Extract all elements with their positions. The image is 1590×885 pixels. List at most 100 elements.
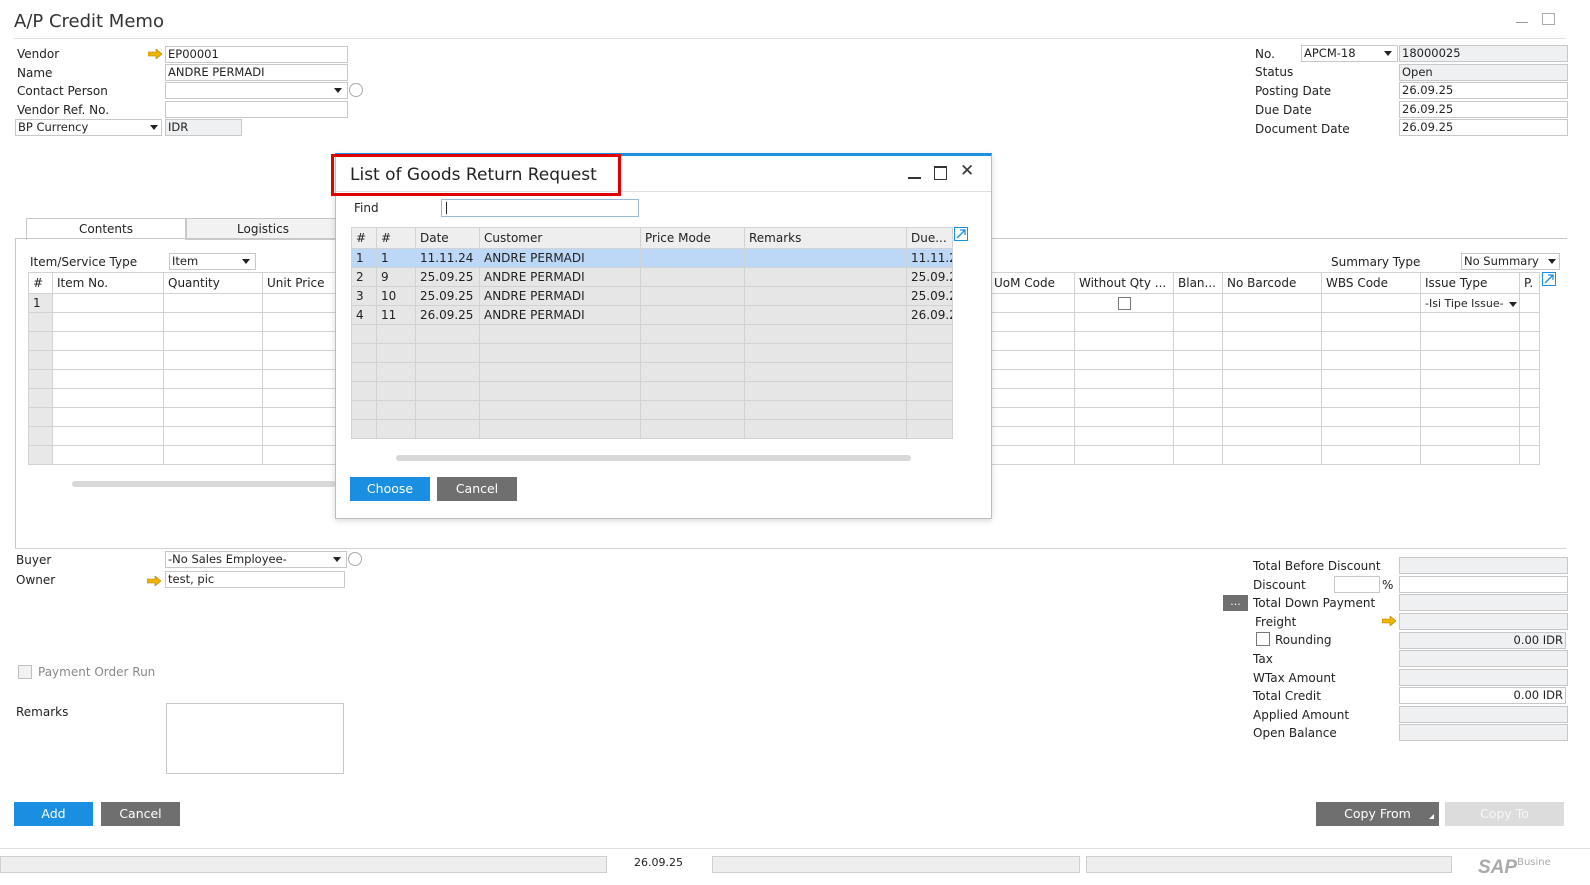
maximize-icon[interactable] bbox=[1542, 13, 1555, 25]
close-icon[interactable]: ✕ bbox=[960, 162, 974, 180]
col-header-price-mode[interactable]: Price Mode bbox=[640, 227, 745, 249]
vendor-field[interactable]: EP00001 bbox=[165, 46, 348, 63]
table-row[interactable]: 3 10 25.09.25 ANDRE PERMADI 25.09.25 bbox=[351, 286, 953, 306]
link-arrow-icon[interactable] bbox=[1382, 616, 1396, 626]
owner-field[interactable]: test, pic bbox=[165, 571, 345, 588]
dialog-cancel-button[interactable]: Cancel bbox=[437, 477, 517, 501]
table-row[interactable] bbox=[351, 343, 953, 363]
tab-logistics[interactable]: Logistics bbox=[186, 218, 340, 240]
table-row-selected[interactable]: 1 1 11.11.24 ANDRE PERMADI 11.11.24 bbox=[351, 248, 953, 268]
due-date-field[interactable]: 26.09.25 bbox=[1399, 101, 1568, 118]
issue-type-cell[interactable]: -Isi Tipe Issue- bbox=[1420, 293, 1520, 313]
name-label: Name bbox=[17, 66, 53, 80]
col-header-without-qty[interactable]: Without Qty ... bbox=[1074, 272, 1174, 294]
details-icon[interactable] bbox=[348, 552, 362, 566]
copy-from-button[interactable]: Copy From bbox=[1316, 802, 1439, 826]
add-button[interactable]: Add bbox=[14, 802, 93, 826]
posting-date-field[interactable]: 26.09.25 bbox=[1399, 82, 1568, 99]
summary-type-label: Summary Type bbox=[1331, 255, 1421, 269]
col-header-date[interactable]: Date bbox=[415, 227, 480, 249]
name-field[interactable]: ANDRE PERMADI bbox=[165, 64, 348, 81]
table-row[interactable] bbox=[989, 312, 1540, 332]
table-row[interactable] bbox=[989, 331, 1540, 351]
col-header-customer[interactable]: Customer bbox=[479, 227, 641, 249]
table-row[interactable] bbox=[28, 331, 341, 351]
item-type-label: Item/Service Type bbox=[30, 255, 138, 269]
table-row[interactable] bbox=[351, 400, 953, 420]
details-icon[interactable] bbox=[349, 83, 363, 97]
table-row[interactable] bbox=[28, 445, 341, 465]
contact-person-select[interactable] bbox=[165, 82, 348, 99]
total-credit-field[interactable]: 0.00 IDR bbox=[1399, 687, 1566, 704]
table-row[interactable]: 2 9 25.09.25 ANDRE PERMADI 25.09.25 bbox=[351, 267, 953, 287]
horizontal-scrollbar[interactable] bbox=[396, 455, 911, 461]
col-header-issue-type[interactable]: Issue Type bbox=[1420, 272, 1520, 294]
choose-button[interactable]: Choose bbox=[350, 477, 430, 501]
chevron-down-icon bbox=[1509, 302, 1517, 307]
col-header-doc-number[interactable]: # bbox=[376, 227, 416, 249]
minimize-icon[interactable] bbox=[1516, 22, 1528, 23]
summary-type-select[interactable]: No Summary bbox=[1461, 253, 1560, 270]
col-header-p[interactable]: P. bbox=[1519, 272, 1540, 294]
table-row[interactable] bbox=[28, 426, 341, 446]
horizontal-scrollbar[interactable] bbox=[72, 481, 336, 487]
due-cell: 25.09.25 bbox=[906, 286, 953, 306]
status-label: Status bbox=[1255, 65, 1294, 79]
table-row[interactable] bbox=[28, 369, 341, 389]
table-row[interactable] bbox=[351, 419, 953, 439]
table-row[interactable] bbox=[28, 388, 341, 408]
maximize-icon[interactable] bbox=[934, 166, 947, 180]
vendor-ref-field[interactable] bbox=[165, 101, 348, 118]
discount-percent-field[interactable] bbox=[1334, 576, 1380, 593]
col-header-quantity[interactable]: Quantity bbox=[163, 272, 263, 294]
table-row[interactable] bbox=[351, 381, 953, 401]
col-header-due[interactable]: Due... bbox=[906, 227, 953, 249]
find-label: Find bbox=[354, 201, 379, 215]
find-input[interactable] bbox=[441, 199, 639, 217]
link-arrow-icon[interactable] bbox=[147, 576, 161, 586]
row-number: 1 bbox=[28, 293, 53, 313]
price-mode-cell bbox=[640, 267, 745, 287]
status-bar-segment bbox=[712, 856, 1080, 873]
table-row[interactable] bbox=[28, 312, 341, 332]
discount-amount-field[interactable] bbox=[1399, 576, 1568, 593]
status-bar-segment bbox=[1086, 856, 1452, 873]
table-row[interactable] bbox=[351, 362, 953, 382]
table-row[interactable] bbox=[989, 407, 1540, 427]
table-row[interactable] bbox=[28, 407, 341, 427]
table-row[interactable] bbox=[28, 350, 341, 370]
link-arrow-icon[interactable] bbox=[148, 49, 162, 59]
buyer-select[interactable]: -No Sales Employee- bbox=[165, 551, 347, 568]
col-header-remarks[interactable]: Remarks bbox=[744, 227, 907, 249]
table-row[interactable]: 4 11 26.09.25 ANDRE PERMADI 26.09.25 bbox=[351, 305, 953, 325]
cancel-button[interactable]: Cancel bbox=[101, 802, 180, 826]
col-header-no-barcode[interactable]: No Barcode bbox=[1222, 272, 1322, 294]
table-row[interactable]: 1 bbox=[28, 293, 341, 313]
table-row[interactable] bbox=[989, 388, 1540, 408]
table-row[interactable]: -Isi Tipe Issue- bbox=[989, 293, 1540, 313]
expand-icon[interactable] bbox=[954, 227, 968, 241]
without-qty-checkbox[interactable] bbox=[1117, 297, 1131, 310]
col-header-wbs-code[interactable]: WBS Code bbox=[1321, 272, 1421, 294]
rounding-checkbox[interactable] bbox=[1256, 632, 1270, 646]
down-payment-button[interactable]: ... bbox=[1223, 595, 1248, 611]
table-row[interactable] bbox=[989, 350, 1540, 370]
col-header-blanket[interactable]: Blan... bbox=[1173, 272, 1223, 294]
table-row[interactable] bbox=[351, 324, 953, 344]
payment-order-checkbox[interactable] bbox=[18, 665, 32, 679]
remarks-textarea[interactable] bbox=[166, 703, 344, 774]
col-header-uom-code[interactable]: UoM Code bbox=[989, 272, 1075, 294]
minimize-icon[interactable] bbox=[908, 177, 921, 179]
currency-type-select[interactable]: BP Currency bbox=[15, 119, 162, 136]
col-header-item-no[interactable]: Item No. bbox=[52, 272, 164, 294]
doc-number-field[interactable]: 18000025 bbox=[1399, 45, 1568, 62]
document-date-field[interactable]: 26.09.25 bbox=[1399, 119, 1568, 136]
col-header-row-index[interactable]: # bbox=[351, 227, 377, 249]
expand-icon[interactable] bbox=[1542, 272, 1556, 286]
col-header-unit-price[interactable]: Unit Price bbox=[262, 272, 341, 294]
table-row[interactable] bbox=[989, 445, 1540, 465]
table-row[interactable] bbox=[989, 426, 1540, 446]
tab-contents[interactable]: Contents bbox=[26, 218, 186, 240]
table-row[interactable] bbox=[989, 369, 1540, 389]
col-header-number[interactable]: # bbox=[28, 272, 53, 294]
